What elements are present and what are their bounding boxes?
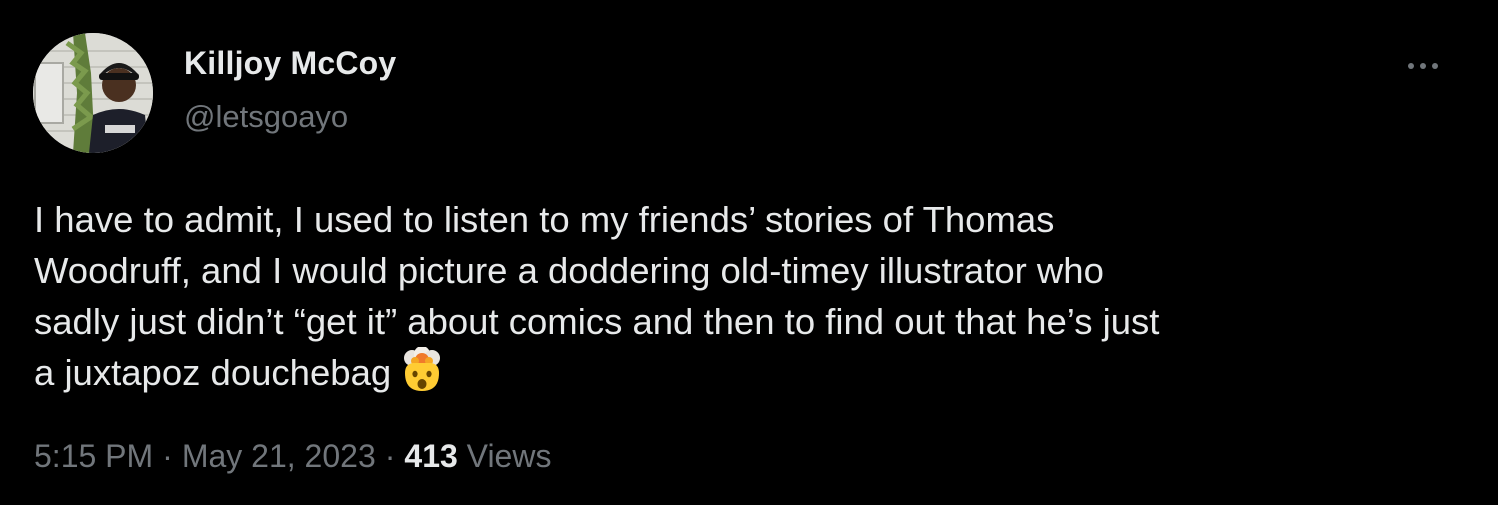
author-display-name[interactable]: Killjoy McCoy — [184, 45, 396, 82]
tweet-text-line-last: a juxtapoz douchebag — [34, 347, 1454, 398]
meta-separator: · — [384, 438, 396, 474]
ellipsis-more-icon — [1408, 63, 1414, 69]
author-handle[interactable]: @letsgoayo — [184, 99, 348, 135]
ellipsis-dot — [1420, 63, 1426, 69]
tweet-date[interactable]: May 21, 2023 — [182, 438, 376, 474]
more-options-button[interactable] — [1400, 46, 1446, 86]
tweet-meta: 5:15 PM · May 21, 2023 · 413 Views — [34, 438, 551, 475]
tweet-text-line: I have to admit, I used to listen to my … — [34, 199, 1055, 240]
tweet-time[interactable]: 5:15 PM — [34, 438, 153, 474]
tweet-text-line: sadly just didn’t “get it” about comics … — [34, 301, 1160, 342]
author-avatar[interactable] — [33, 33, 153, 153]
tweet-text: I have to admit, I used to listen to my … — [34, 194, 1454, 398]
views-label: Views — [466, 438, 552, 474]
tweet-text-line: Woodruff, and I would picture a dodderin… — [34, 250, 1104, 291]
tweet: Killjoy McCoy @letsgoayo I have to admit… — [0, 0, 1498, 505]
profile-photo-avatar — [33, 33, 153, 153]
views-count[interactable]: 413 — [404, 438, 457, 474]
exploding-head-emoji — [404, 347, 441, 391]
meta-separator: · — [162, 438, 173, 474]
ellipsis-dot — [1432, 63, 1438, 69]
tweet-text-line: a juxtapoz douchebag — [34, 352, 392, 393]
